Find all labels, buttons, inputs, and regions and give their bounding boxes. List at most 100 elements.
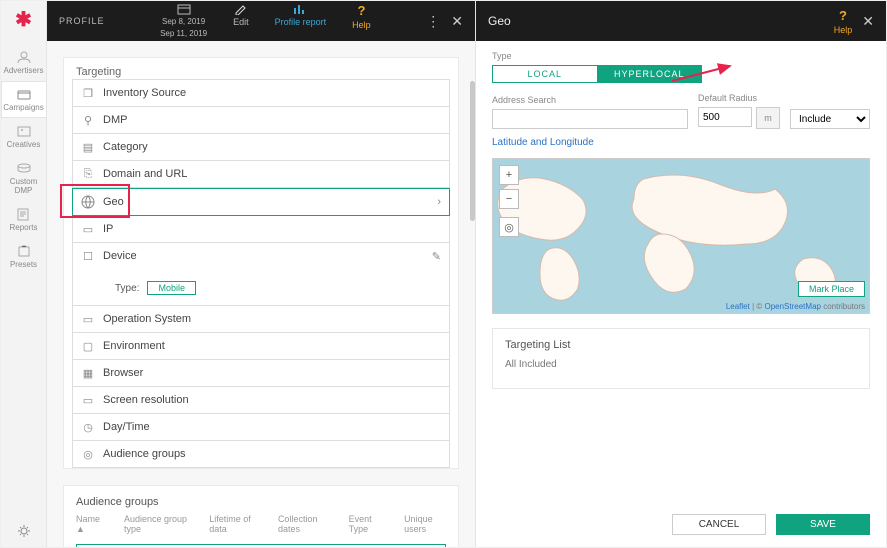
type-segment: LOCAL HYPERLOCAL xyxy=(492,65,702,83)
targeting-audience-groups[interactable]: ◎Audience groups xyxy=(72,440,450,468)
nav-presets[interactable]: Presets xyxy=(1,238,47,275)
help-button[interactable]: ? Help xyxy=(352,3,371,39)
creatives-icon xyxy=(15,124,33,138)
mark-place-button[interactable]: Mark Place xyxy=(798,281,865,297)
targeting-item-label: DMP xyxy=(103,114,127,126)
save-button[interactable]: SAVE xyxy=(776,514,870,535)
domain-icon: ⎘ xyxy=(81,167,95,181)
targeting-title: Targeting xyxy=(64,58,458,80)
targeting-card: Targeting ❐Inventory Source ⚲DMP ▤ Catego… xyxy=(63,57,459,469)
date-from: Sep 8, 2019 xyxy=(162,17,205,27)
nav-custom-dmp[interactable]: Custom DMP xyxy=(1,155,47,201)
targeting-ip[interactable]: ▭ IP xyxy=(72,215,450,243)
profile-report-label: Profile report xyxy=(275,17,327,27)
col-name[interactable]: Name ▲ xyxy=(76,514,104,534)
address-label: Address Search xyxy=(492,95,688,105)
targeting-domain-url[interactable]: ⎘ Domain and URL xyxy=(72,160,450,188)
targeting-environment[interactable]: ▢Environment xyxy=(72,332,450,360)
report-icon xyxy=(293,3,307,15)
targeting-item-label: Device xyxy=(103,250,137,262)
geo-header: Geo ? Help ✕ xyxy=(476,1,886,41)
inventory-icon: ❐ xyxy=(81,86,95,100)
radius-input[interactable] xyxy=(698,107,752,127)
map[interactable]: + − ◎ Mark Place Leaflet | © OpenStreetM… xyxy=(492,158,870,314)
os-icon: ▭ xyxy=(81,312,95,326)
targeting-dmp[interactable]: ⚲DMP xyxy=(72,106,450,134)
targeting-item-label: Operation System xyxy=(103,313,191,325)
nav-label: Advertisers xyxy=(3,66,43,75)
help-label: Help xyxy=(352,20,371,30)
collect-audience-button[interactable]: COLLECT AUDIENCE xyxy=(76,544,446,547)
include-select[interactable]: Include xyxy=(790,109,870,129)
geo-title: Geo xyxy=(488,14,511,28)
nav-settings[interactable] xyxy=(1,517,47,547)
campaigns-icon xyxy=(15,87,33,101)
edit-button[interactable]: Edit xyxy=(233,3,249,39)
category-icon: ▤ xyxy=(81,140,95,154)
targeting-device[interactable]: ☐ Device ✎ Type: Mobile xyxy=(72,242,450,306)
include-field: Include xyxy=(790,95,870,129)
geo-help-label: Help xyxy=(834,25,853,35)
type-section: Type LOCAL HYPERLOCAL xyxy=(476,41,886,93)
latlon-link[interactable]: Latitude and Longitude xyxy=(492,137,594,148)
targeting-list-body: All Included xyxy=(505,359,857,370)
targeting-geo[interactable]: Geo › xyxy=(72,188,450,216)
locate-button[interactable]: ◎ xyxy=(499,217,519,237)
col-event[interactable]: Event Type xyxy=(349,514,384,534)
browser-icon: ▦ xyxy=(81,366,95,380)
col-lifetime[interactable]: Lifetime of data xyxy=(209,514,258,534)
pencil-icon[interactable]: ✎ xyxy=(432,250,441,263)
help-icon: ? xyxy=(839,8,847,23)
radius-label: Default Radius xyxy=(698,93,780,103)
nav-creatives[interactable]: Creatives xyxy=(1,118,47,155)
seg-hyperlocal[interactable]: HYPERLOCAL xyxy=(597,65,703,83)
seg-local[interactable]: LOCAL xyxy=(492,65,597,83)
targeting-item-label: Category xyxy=(103,141,148,153)
date-range[interactable]: Sep 8, 2019 Sep 11, 2019 xyxy=(160,3,207,39)
col-type[interactable]: Audience group type xyxy=(124,514,189,534)
zoom-out-button[interactable]: − xyxy=(499,189,519,209)
geo-close-icon[interactable]: ✕ xyxy=(862,13,874,30)
nav-label: Creatives xyxy=(7,140,41,149)
targeting-item-label: IP xyxy=(103,223,113,235)
targeting-browser[interactable]: ▦Browser xyxy=(72,359,450,387)
header-actions: Sep 8, 2019 Sep 11, 2019 Edit Profile re… xyxy=(105,3,427,39)
col-dates[interactable]: Collection dates xyxy=(278,514,329,534)
leaflet-link[interactable]: Leaflet xyxy=(726,302,750,311)
edit-label: Edit xyxy=(233,17,249,27)
radius-unit: m xyxy=(756,107,780,129)
scrollbar[interactable] xyxy=(470,81,475,221)
header-menu-icon[interactable]: ⋮ xyxy=(426,13,441,30)
date-to: Sep 11, 2019 xyxy=(160,29,207,39)
targeting-item-label: Domain and URL xyxy=(103,168,187,180)
col-unique[interactable]: Unique users xyxy=(404,514,446,534)
reports-icon xyxy=(15,207,33,221)
header-close-icon[interactable]: ✕ xyxy=(451,13,463,30)
device-type-label: Type: xyxy=(115,283,139,294)
nav-reports[interactable]: Reports xyxy=(1,201,47,238)
header-title: PROFILE xyxy=(59,16,105,26)
calendar-icon xyxy=(177,3,191,15)
edit-icon xyxy=(234,3,248,15)
zoom-in-button[interactable]: + xyxy=(499,165,519,185)
geo-help-button[interactable]: ? Help xyxy=(834,8,853,35)
targeting-item-label: Screen resolution xyxy=(103,394,189,406)
targeting-inventory-source[interactable]: ❐Inventory Source xyxy=(72,79,450,107)
nav-campaigns[interactable]: Campaigns xyxy=(1,81,47,118)
clock-icon: ◷ xyxy=(81,420,95,434)
targeting-daytime[interactable]: ◷Day/Time xyxy=(72,413,450,441)
profile-column: PROFILE Sep 8, 2019 Sep 11, 2019 Edit Pr… xyxy=(47,1,475,547)
targeting-os[interactable]: ▭ Operation System xyxy=(72,305,450,333)
osm-link[interactable]: OpenStreetMap xyxy=(764,302,820,311)
nav-label: Presets xyxy=(10,260,37,269)
nav-advertisers[interactable]: Advertisers xyxy=(1,44,47,81)
address-input[interactable] xyxy=(492,109,688,129)
device-type-tag[interactable]: Mobile xyxy=(147,281,196,295)
ip-icon: ▭ xyxy=(81,222,95,236)
targeting-category[interactable]: ▤ Category xyxy=(72,133,450,161)
targeting-screen[interactable]: ▭Screen resolution xyxy=(72,386,450,414)
nav-label: Custom DMP xyxy=(10,177,38,195)
panel-footer: CANCEL SAVE xyxy=(476,502,886,547)
profile-report-button[interactable]: Profile report xyxy=(275,3,327,39)
cancel-button[interactable]: CANCEL xyxy=(672,514,766,535)
